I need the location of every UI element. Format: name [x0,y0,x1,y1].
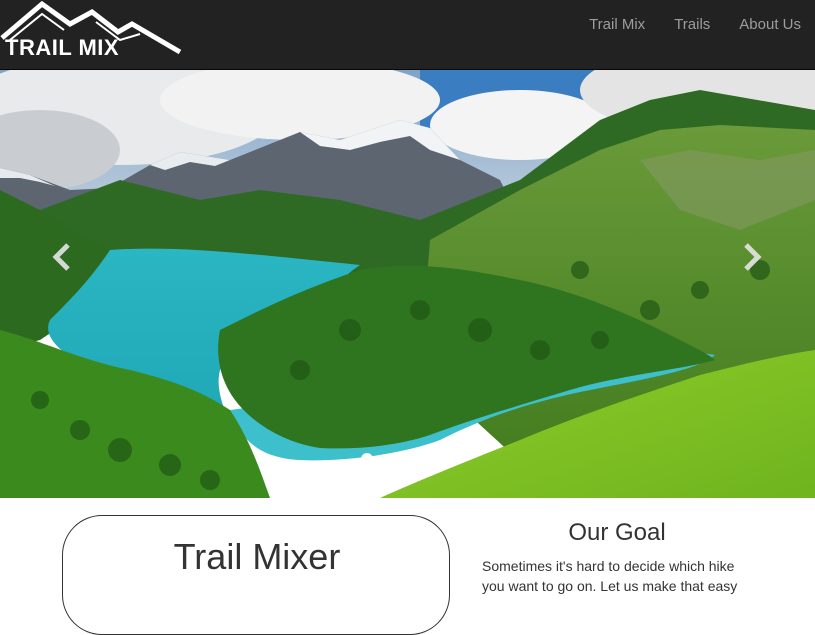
brand-logo[interactable]: TRAIL MIX [0,0,185,62]
carousel-indicator-1[interactable] [361,453,373,465]
top-navbar: TRAIL MIX Trail Mix Trails About Us [0,0,815,70]
carousel-indicator-2[interactable] [377,454,386,464]
carousel-indicator-4[interactable] [405,454,414,464]
our-goal-text: Sometimes it's hard to decide which hike… [482,558,738,594]
logo-text: TRAIL MIX [5,35,120,60]
trail-mixer-card: Trail Mixer [62,515,450,635]
nav-link-trails[interactable]: Trails [674,16,710,34]
nav-link-trail-mix[interactable]: Trail Mix [589,16,645,34]
nav-links: Trail Mix Trails About Us [560,16,801,34]
our-goal-heading: Our Goal [568,519,666,546]
hero-carousel[interactable] [0,70,815,498]
carousel-indicator-6[interactable] [433,454,442,464]
trail-mixer-title: Trail Mixer [173,536,341,577]
carousel-slide-image [0,70,815,498]
carousel-indicator-3[interactable] [391,454,400,464]
carousel-indicator-5[interactable] [419,454,428,464]
chevron-right-icon[interactable] [738,242,764,272]
chevron-left-icon[interactable] [50,242,76,272]
carousel-indicators [361,453,447,465]
nav-link-about-us[interactable]: About Us [739,16,801,34]
